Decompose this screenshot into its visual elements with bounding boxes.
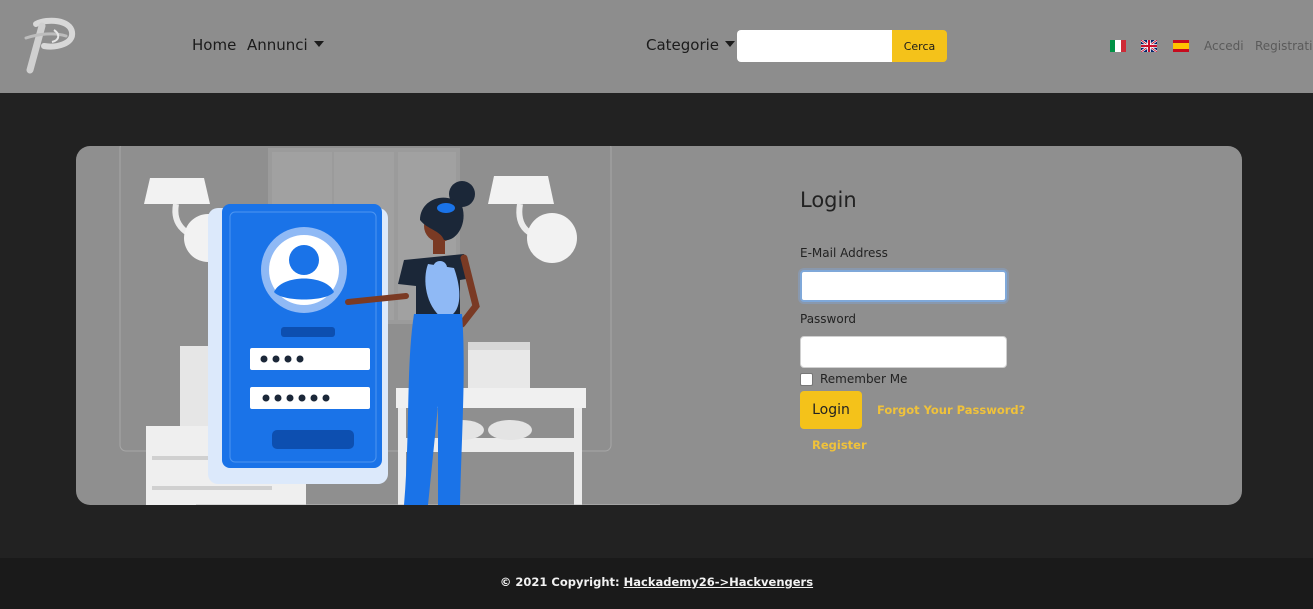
footer-copyright: © 2021 Copyright: Hackademy26->Hackvenge… [0, 575, 1313, 589]
search-input[interactable] [737, 30, 893, 62]
flag-it-icon[interactable] [1110, 40, 1126, 52]
navbar: Home Annunci Categorie Cerca Accedi Regi… [0, 0, 1313, 93]
login-button[interactable]: Login [800, 391, 862, 429]
registrati-link[interactable]: Registrati [1255, 39, 1312, 53]
chevron-down-icon [313, 41, 324, 47]
search-button[interactable]: Cerca [892, 30, 947, 62]
nav-annunci-label: Annunci [247, 36, 308, 54]
chevron-down-icon [725, 41, 736, 47]
accedi-link[interactable]: Accedi [1204, 39, 1244, 53]
flag-uk-icon[interactable] [1141, 40, 1157, 52]
nav-categorie-label: Categorie [646, 36, 720, 54]
footer: © 2021 Copyright: Hackademy26->Hackvenge… [0, 558, 1313, 609]
copyright-link[interactable]: Hackademy26->Hackvengers [624, 575, 813, 589]
email-field[interactable] [800, 270, 1007, 302]
nav-categorie-dropdown[interactable]: Categorie [646, 36, 736, 54]
remember-me-checkbox[interactable] [800, 373, 813, 386]
login-illustration [119, 146, 660, 505]
register-link[interactable]: Register [812, 438, 867, 452]
nav-home-link[interactable]: Home [192, 36, 236, 54]
copyright-prefix: © 2021 Copyright: [499, 575, 624, 589]
password-field[interactable] [800, 336, 1007, 368]
login-card: Login E-Mail Address Password Remember M… [76, 146, 1242, 505]
flag-es-icon[interactable] [1173, 40, 1189, 52]
remember-me-label: Remember Me [820, 372, 908, 386]
password-label: Password [800, 312, 857, 326]
logo-p-icon[interactable] [18, 16, 80, 74]
login-title: Login [800, 188, 857, 212]
email-label: E-Mail Address [800, 246, 888, 260]
forgot-password-link[interactable]: Forgot Your Password? [877, 403, 1025, 417]
nav-annunci-dropdown[interactable]: Annunci [247, 36, 324, 54]
